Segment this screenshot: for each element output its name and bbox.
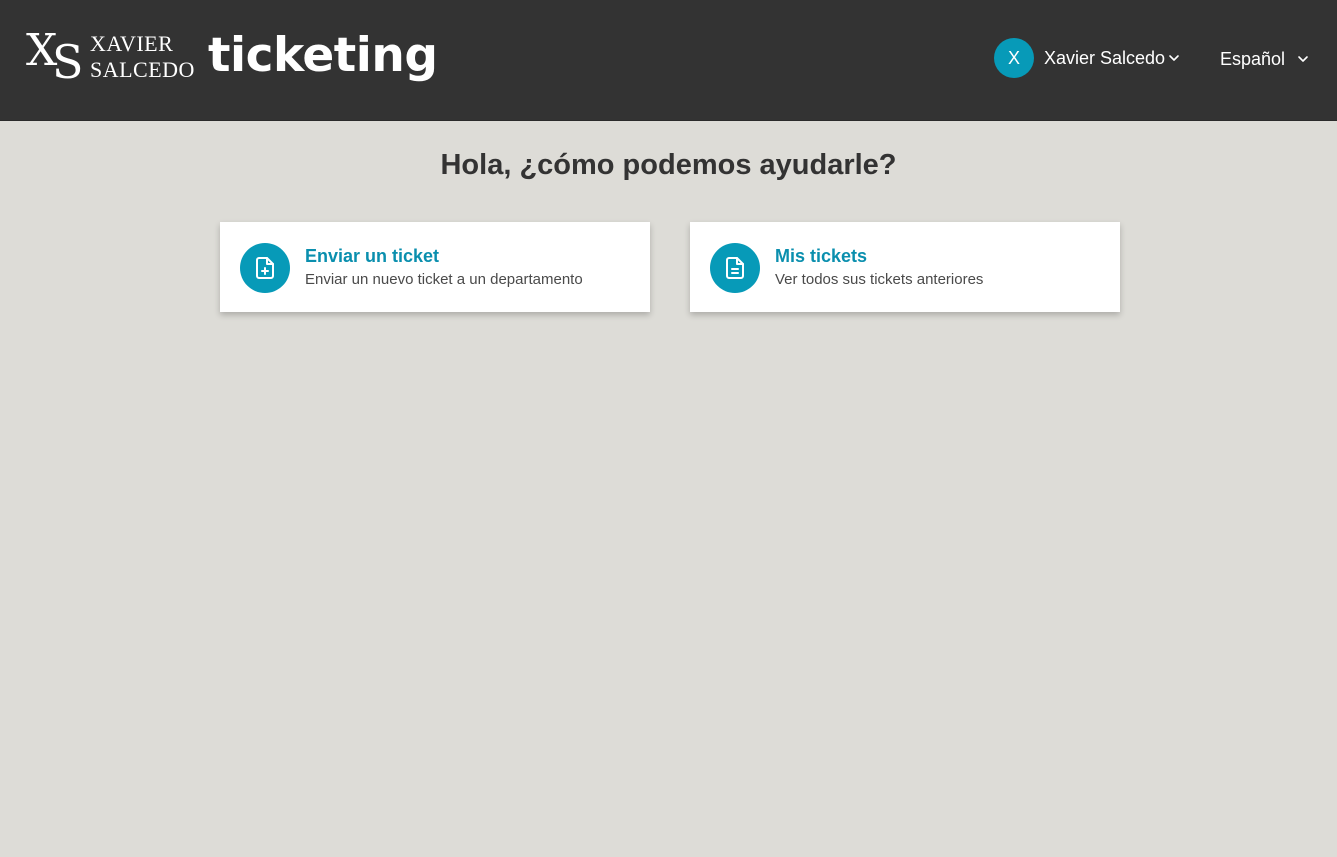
- my-tickets-title: Mis tickets: [775, 246, 868, 266]
- brand-logo[interactable]: X S XAVIER SALCEDO: [26, 27, 195, 89]
- file-plus-icon: [240, 243, 290, 293]
- logo-monogram-s: S: [52, 35, 84, 89]
- submit-ticket-card[interactable]: Enviar un ticket Enviar un nuevo ticket …: [220, 222, 650, 312]
- my-tickets-description: Ver todos sus tickets anteriores: [775, 271, 984, 288]
- logo-wordmark: XAVIER SALCEDO: [90, 31, 195, 83]
- submit-ticket-description: Enviar un nuevo ticket a un departamento: [305, 271, 583, 288]
- language-label: Español: [1220, 48, 1286, 69]
- avatar: X: [994, 38, 1034, 78]
- logo-monogram: X S: [26, 27, 88, 89]
- submit-ticket-title: Enviar un ticket: [305, 246, 440, 266]
- file-text-icon: [710, 243, 760, 293]
- logo-line-2: SALCEDO: [90, 57, 195, 82]
- app-name: ticketing: [208, 28, 438, 83]
- logo-line-1: XAVIER: [90, 31, 174, 56]
- user-name: Xavier Salcedo: [1044, 47, 1166, 68]
- top-bar: X S XAVIER SALCEDO ticketing X Xavier Sa…: [0, 0, 1337, 121]
- language-selector[interactable]: Español: [1220, 45, 1309, 73]
- my-tickets-card[interactable]: Mis tickets Ver todos sus tickets anteri…: [690, 222, 1120, 312]
- chevron-down-icon: [1298, 56, 1308, 62]
- chevron-down-icon: [1169, 55, 1179, 61]
- user-menu[interactable]: X Xavier Salcedo: [994, 38, 1180, 78]
- page-title: Hola, ¿cómo podemos ayudarle?: [440, 149, 897, 181]
